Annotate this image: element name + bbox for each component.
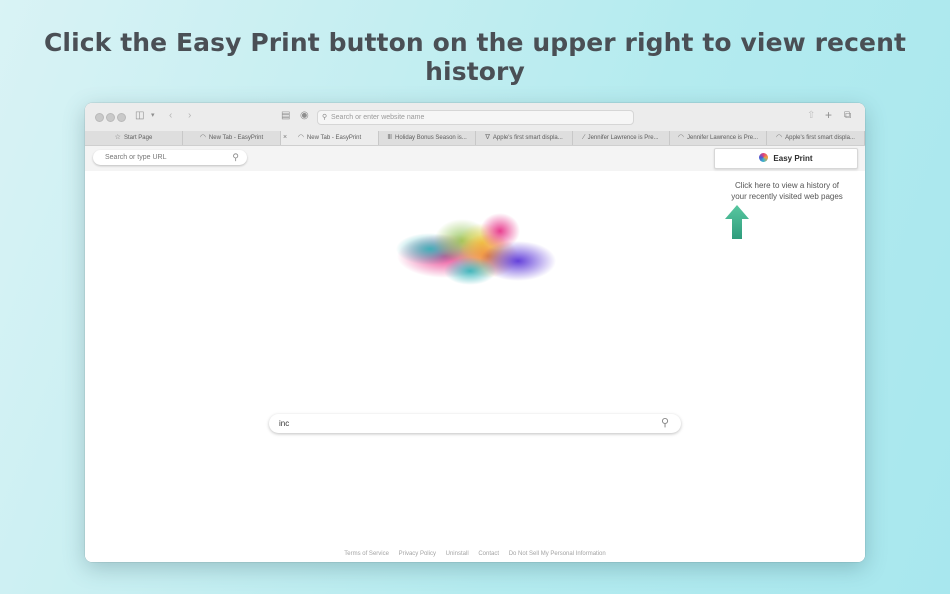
footer-links: Terms of Service Privacy Policy Uninstal… — [85, 551, 865, 557]
browser-window: ◫ ▾ ‹ › ▤ ◉ ⚲ Search or enter website na… — [85, 103, 865, 562]
up-arrow-icon — [725, 205, 749, 239]
url-search-input[interactable]: Search or type URL ⚲ — [93, 150, 247, 165]
tab-holiday-bonus[interactable]: Ⅲ Holiday Bonus Season is... — [379, 131, 476, 145]
easyprint-icon: ◠ — [297, 134, 304, 141]
extension-top-bar: Search or type URL ⚲ Easy Print — [85, 146, 865, 171]
back-icon[interactable]: ‹ — [169, 109, 172, 123]
new-tab-page: Search or type URL ⚲ Easy Print Click he… — [85, 146, 865, 562]
tab-new-tab[interactable]: ◠ New Tab - EasyPrint — [183, 131, 281, 145]
tab-overview-icon[interactable]: ⧉ — [844, 109, 851, 123]
tab-label: New Tab - EasyPrint — [208, 135, 264, 141]
hint-line-1: Click here to view a history of — [734, 181, 840, 190]
new-tab-icon[interactable]: + — [825, 108, 832, 122]
search-icon: ⚲ — [232, 152, 239, 162]
sidebar-icon[interactable]: ◫ — [135, 109, 144, 123]
terms-link[interactable]: Terms of Service — [344, 551, 389, 557]
history-hint: Click here to view a history of your rec… — [717, 180, 857, 202]
tab-new-tab-active[interactable]: × ◠ New Tab - EasyPrint — [281, 131, 379, 145]
contact-link[interactable]: Contact — [478, 551, 499, 557]
site-icon: ∇ — [485, 134, 490, 141]
tab-label: Apple's first smart displa... — [785, 135, 855, 141]
easy-print-label: Easy Print — [773, 154, 813, 163]
do-not-sell-link[interactable]: Do Not Sell My Personal Information — [509, 551, 606, 557]
main-search-input[interactable]: inc ⚲ — [269, 414, 681, 433]
privacy-link[interactable]: Privacy Policy — [399, 551, 436, 557]
easyprint-icon: ◠ — [776, 134, 783, 141]
share-icon[interactable]: ⇧ — [807, 109, 815, 123]
color-splash-image — [396, 213, 556, 285]
tab-jennifer-lawrence-2[interactable]: ◠ Jennifer Lawrence is Pre... — [670, 131, 767, 145]
minimize-window-button[interactable] — [106, 113, 115, 122]
site-icon: Ⅲ — [387, 134, 393, 141]
headline: Click the Easy Print button on the upper… — [43, 28, 907, 86]
browser-toolbar: ◫ ▾ ‹ › ▤ ◉ ⚲ Search or enter website na… — [85, 103, 865, 132]
search-icon: ⚲ — [322, 114, 328, 121]
tab-label: Start Page — [123, 135, 153, 141]
close-tab-icon[interactable]: × — [283, 131, 287, 145]
search-value: inc — [279, 419, 290, 428]
forward-icon[interactable]: › — [188, 109, 191, 123]
tab-jennifer-lawrence[interactable]: ∕ Jennifer Lawrence is Pre... — [573, 131, 670, 145]
reader-icon[interactable]: ▤ — [281, 109, 290, 123]
chevron-down-icon[interactable]: ▾ — [151, 109, 155, 123]
tab-label: New Tab - EasyPrint — [306, 135, 362, 141]
zoom-window-button[interactable] — [117, 113, 126, 122]
url-placeholder: Search or type URL — [105, 154, 167, 161]
tab-start-page[interactable]: ☆ Start Page — [85, 131, 183, 145]
easyprint-icon: ◠ — [677, 134, 685, 141]
easyprint-extension-icon[interactable]: ◉ — [300, 109, 309, 123]
easyprint-icon: ◠ — [199, 134, 206, 141]
close-window-button[interactable] — [95, 113, 104, 122]
tab-apple-smart-display-2[interactable]: ◠ Apple's first smart displa... — [767, 131, 865, 145]
tab-label: Jennifer Lawrence is Pre... — [587, 135, 659, 141]
address-bar[interactable]: ⚲ Search or enter website name — [317, 110, 634, 125]
tab-apple-smart-display[interactable]: ∇ Apple's first smart displa... — [476, 131, 573, 145]
tab-label: Apple's first smart displa... — [492, 135, 563, 141]
tab-bar: ☆ Start Page ◠ New Tab - EasyPrint × ◠ New … — [85, 131, 865, 146]
tab-label: Holiday Bonus Season is... — [395, 135, 467, 141]
site-icon: ∕ — [583, 134, 585, 141]
star-icon: ☆ — [114, 134, 121, 141]
tab-label: Jennifer Lawrence is Pre... — [687, 135, 759, 141]
address-placeholder: Search or enter website name — [331, 114, 425, 121]
uninstall-link[interactable]: Uninstall — [446, 551, 469, 557]
hint-line-2: your recently visited web pages — [731, 192, 843, 201]
easyprint-logo-icon — [759, 153, 769, 162]
search-icon[interactable]: ⚲ — [661, 414, 669, 433]
easy-print-button[interactable]: Easy Print — [714, 148, 858, 169]
